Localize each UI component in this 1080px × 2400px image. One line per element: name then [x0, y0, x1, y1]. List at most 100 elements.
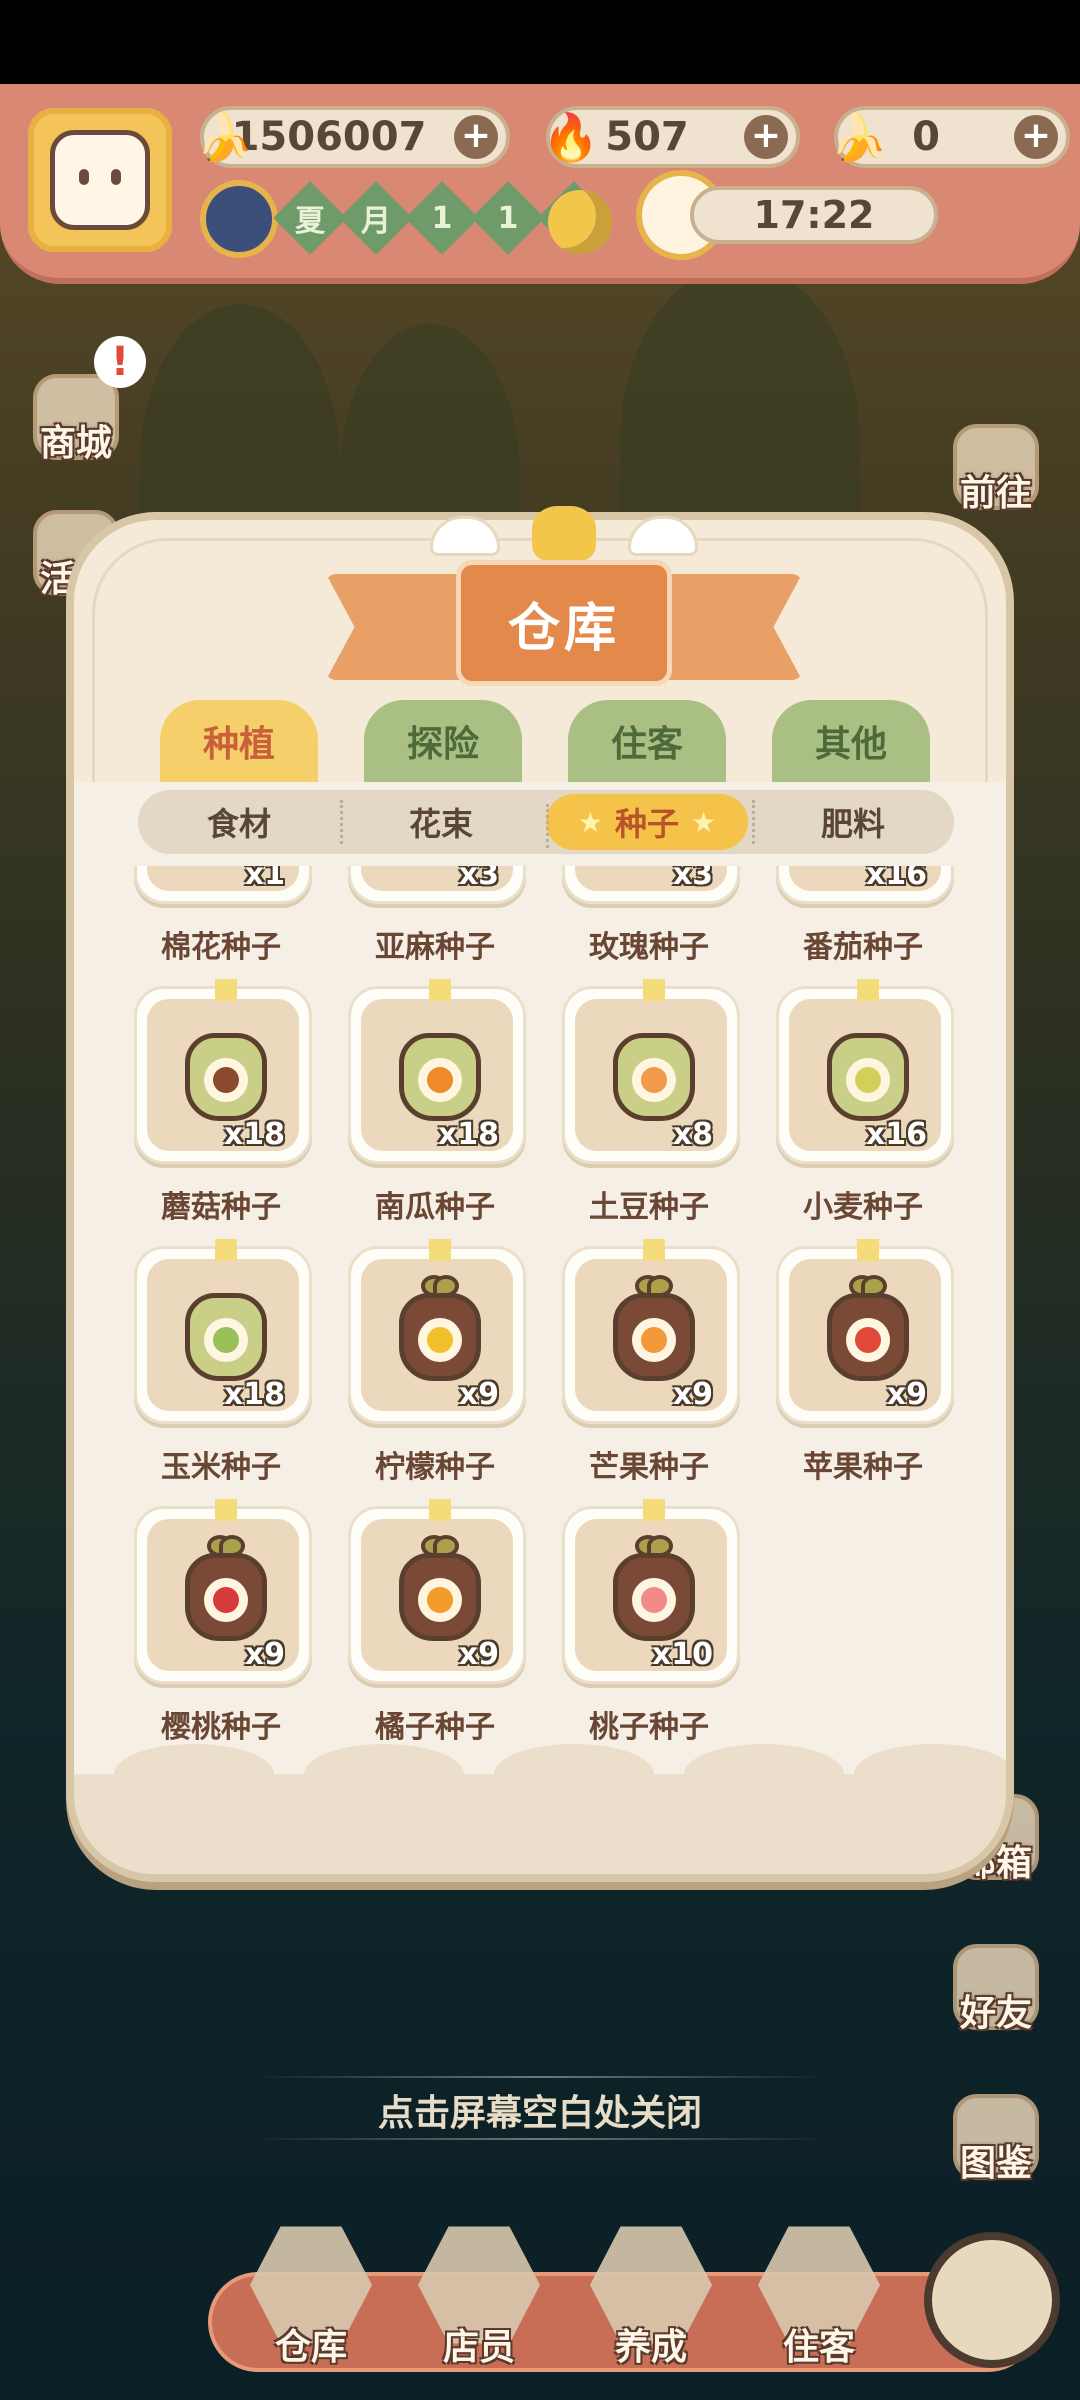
item-card: x18: [348, 979, 526, 1164]
item-quantity: x9: [458, 1637, 499, 1672]
seed-item[interactable]: x9 苹果种子: [756, 1239, 970, 1485]
player-avatar[interactable]: [28, 108, 172, 252]
yarn-ball-button[interactable]: [924, 2232, 1060, 2368]
date-cell: 夏: [273, 181, 347, 255]
subtab-bouquets[interactable]: 花束: [340, 790, 542, 854]
seed-item[interactable]: x16 小麦种子: [756, 979, 970, 1225]
item-name: 亚麻种子: [375, 930, 495, 965]
flame-currency: 🔥 507 +: [542, 106, 800, 168]
side-button-shop[interactable]: 商城 !: [26, 336, 146, 464]
seed-item[interactable]: x1 棉花种子: [114, 866, 328, 965]
seed-item[interactable]: x18 南瓜种子: [328, 979, 542, 1225]
tape-icon: [643, 1499, 665, 1521]
side-button-friends[interactable]: 好友: [946, 1930, 1046, 2034]
item-quantity: x18: [437, 1117, 499, 1152]
nav-label: 店员: [442, 2327, 516, 2368]
star-icon: ★: [691, 805, 717, 839]
item-quantity: x9: [886, 1377, 927, 1412]
seed-item[interactable]: x16 番茄种子: [756, 866, 970, 965]
item-quantity: x9: [672, 1377, 713, 1412]
subtab-label: 花束: [408, 805, 473, 843]
nav-guests[interactable]: 住客: [754, 2224, 884, 2374]
subtab-fertilizer[interactable]: 肥料: [752, 790, 954, 854]
item-quantity: x9: [244, 1637, 285, 1672]
tape-icon: [643, 979, 665, 1001]
item-quantity: x3: [672, 866, 713, 892]
item-card: x18: [134, 979, 312, 1164]
tape-icon: [429, 979, 451, 1001]
seed-bag-icon: [827, 1033, 909, 1121]
seed-bag-icon: [399, 1553, 481, 1641]
status-bar: [0, 0, 1080, 84]
close-hint: 点击屏幕空白处关闭: [377, 2093, 702, 2134]
subtab-ingredients[interactable]: 食材: [138, 790, 340, 854]
item-name: 南瓜种子: [375, 1190, 495, 1225]
tab-planting[interactable]: 种植: [160, 700, 318, 782]
seed-item[interactable]: x18 玉米种子: [114, 1239, 328, 1485]
nav-warehouse[interactable]: 仓库: [246, 2224, 376, 2374]
item-quantity: x16: [865, 866, 927, 892]
add-blue-banana-button[interactable]: +: [1014, 115, 1058, 159]
seed-item[interactable]: x9 柠檬种子: [328, 1239, 542, 1485]
panel-footer: [74, 1744, 1006, 1874]
date-char: 月: [361, 204, 391, 239]
item-quantity: x16: [865, 1117, 927, 1152]
side-button-label: 好友: [959, 1993, 1033, 2034]
tab-guests[interactable]: 住客: [568, 700, 726, 782]
avatar-face-icon: [50, 130, 150, 230]
tape-icon: [215, 1239, 237, 1261]
side-button-label: 图鉴: [959, 2143, 1033, 2184]
item-name: 土豆种子: [589, 1190, 709, 1225]
tape-icon: [857, 979, 879, 1001]
blue-flame-icon: 🔥: [542, 109, 600, 164]
nav-label: 住客: [782, 2327, 856, 2368]
item-quantity: x18: [223, 1117, 285, 1152]
side-button-goto[interactable]: 前往: [946, 410, 1046, 514]
nav-label: 仓库: [274, 2327, 348, 2368]
seed-bag-icon: [399, 1033, 481, 1121]
tab-other[interactable]: 其他: [772, 700, 930, 782]
tab-explore[interactable]: 探险: [364, 700, 522, 782]
item-quantity: x10: [651, 1637, 713, 1672]
game-time: 17:22: [690, 186, 938, 244]
item-grid: x1 棉花种子 x3 亚麻种子 x3 玫瑰种子 x16 番茄种子 x18 蘑菇种子 x18 南瓜种子 x…: [114, 866, 970, 1745]
seed-item[interactable]: x8 土豆种子: [542, 979, 756, 1225]
seed-item[interactable]: x9 芒果种子: [542, 1239, 756, 1485]
tape-icon: [215, 1499, 237, 1521]
item-card: x9: [134, 1499, 312, 1684]
date-cell: 1: [405, 181, 479, 255]
seed-item[interactable]: x9 樱桃种子: [114, 1499, 328, 1745]
item-card: x9: [348, 1499, 526, 1684]
item-card: x3: [348, 866, 526, 904]
side-button-label: 商城: [39, 423, 113, 464]
item-card: x18: [134, 1239, 312, 1424]
tape-icon: [429, 1239, 451, 1261]
cat-head-icon: [532, 506, 596, 562]
nav-nurture[interactable]: 养成: [586, 2224, 716, 2374]
nav-staff[interactable]: 店员: [414, 2224, 544, 2374]
seed-item[interactable]: x3 亚麻种子: [328, 866, 542, 965]
item-name: 小麦种子: [803, 1190, 923, 1225]
item-card: x3: [562, 866, 740, 904]
seed-item[interactable]: x10 桃子种子: [542, 1499, 756, 1745]
add-banana-button[interactable]: +: [454, 115, 498, 159]
item-card: x16: [776, 979, 954, 1164]
seed-item[interactable]: x3 玫瑰种子: [542, 866, 756, 965]
seed-bag-icon: [185, 1293, 267, 1381]
add-flame-button[interactable]: +: [744, 115, 788, 159]
subtab-label: 种子: [614, 805, 679, 843]
item-name: 棉花种子: [161, 930, 281, 965]
subtab-seeds[interactable]: ★ 种子 ★: [546, 794, 748, 850]
item-quantity: x3: [458, 866, 499, 892]
banana-currency: 🍌 1506007 +: [196, 106, 510, 168]
item-name: 柠檬种子: [375, 1450, 495, 1485]
subtab-label: 肥料: [820, 805, 885, 843]
item-grid-scroll[interactable]: x1 棉花种子 x3 亚麻种子 x3 玫瑰种子 x16 番茄种子 x18 蘑菇种子 x18 南瓜种子 x…: [114, 866, 970, 1766]
item-name: 桃子种子: [589, 1710, 709, 1745]
seed-item[interactable]: x18 蘑菇种子: [114, 979, 328, 1225]
seed-item[interactable]: x9 橘子种子: [328, 1499, 542, 1745]
alert-icon: !: [94, 336, 146, 388]
season-clock-icon: [200, 180, 278, 258]
item-card: x1: [134, 866, 312, 904]
date-char: 夏: [295, 204, 325, 239]
